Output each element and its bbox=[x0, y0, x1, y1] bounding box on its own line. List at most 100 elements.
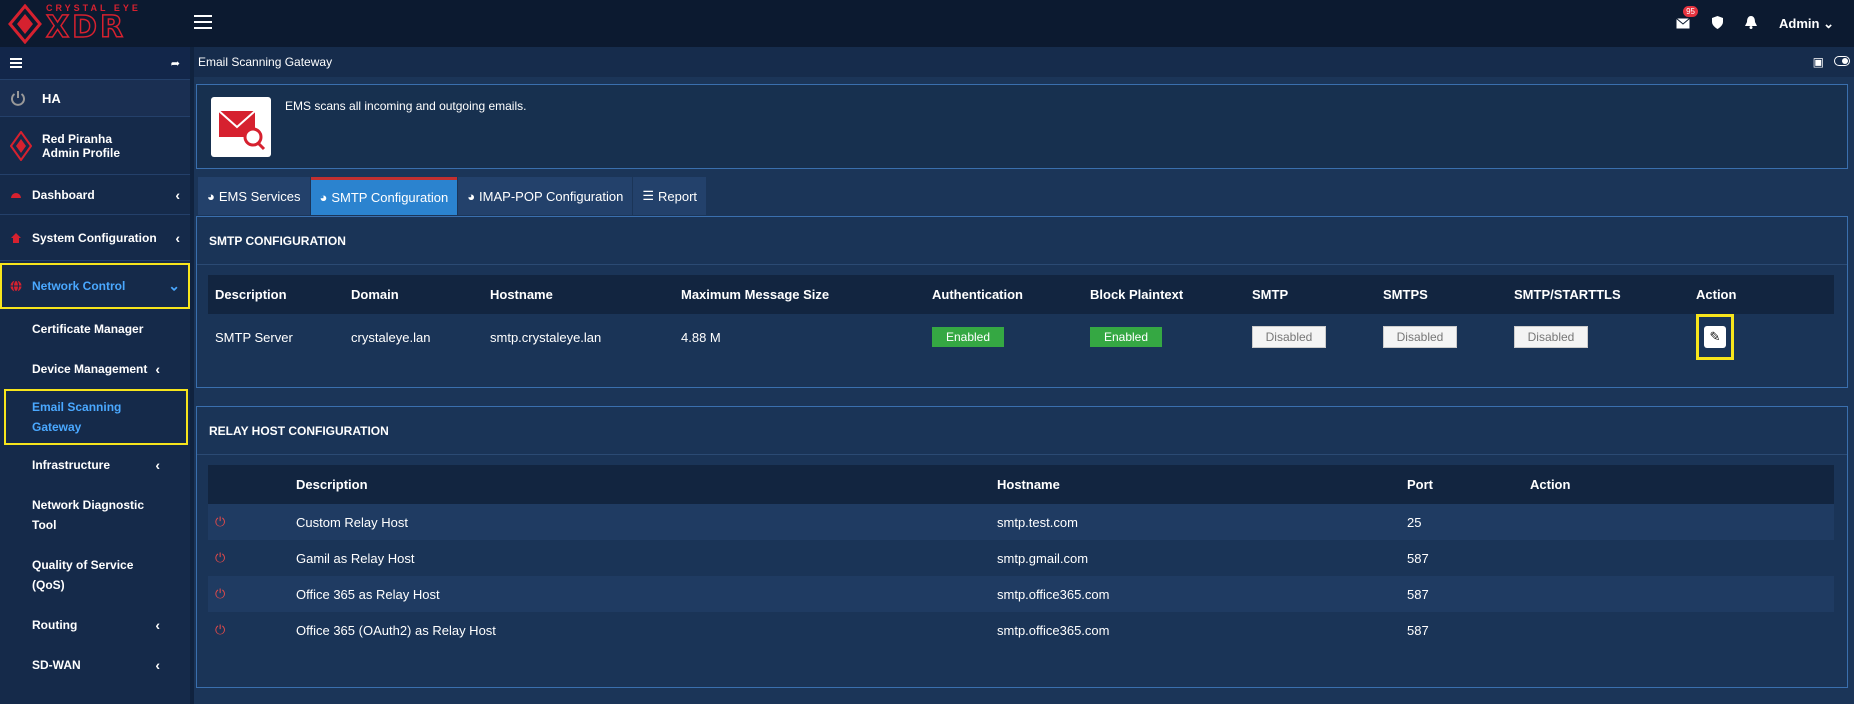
smtp-configuration-panel: SMTP CONFIGURATION Description Domain Ho… bbox=[196, 216, 1848, 388]
relay-port: 25 bbox=[1400, 504, 1523, 540]
power-toggle-icon[interactable]: ⏻ bbox=[215, 514, 225, 529]
chevron-left-icon: ‹ bbox=[155, 457, 160, 473]
sidebar-ha[interactable]: HA bbox=[0, 79, 190, 117]
toggle-icon[interactable] bbox=[1834, 55, 1850, 69]
sidebar-subitem-label: SD-WAN bbox=[32, 658, 81, 672]
sidebar-item-dashboard[interactable]: Dashboard ‹ bbox=[0, 175, 190, 215]
table-row: ⏻ Gamil as Relay Host smtp.gmail.com 587 bbox=[208, 540, 1834, 576]
sidebar-subitem-label: Email Scanning bbox=[32, 400, 122, 414]
column-header: SMTP/STARTTLS bbox=[1507, 275, 1689, 314]
main-content: Email Scanning Gateway ▣ EMS scans all i… bbox=[194, 47, 1854, 704]
block-plaintext-status-badge: Enabled bbox=[1090, 327, 1162, 347]
tab-label: Report bbox=[657, 188, 698, 204]
sidebar-subitem-routing[interactable]: Routing ‹ bbox=[0, 605, 190, 645]
sidebar-subitem-sd-wan[interactable]: SD-WAN ‹ bbox=[0, 645, 190, 685]
sidebar-subitem-label: Device Management bbox=[32, 362, 148, 376]
globe-icon: ◕ bbox=[319, 190, 328, 205]
edit-button[interactable]: ✎ bbox=[1696, 314, 1734, 360]
chevron-left-icon: ‹ bbox=[155, 617, 160, 633]
pencil-icon: ✎ bbox=[1704, 326, 1726, 348]
tab-report[interactable]: ☰ Report bbox=[633, 177, 707, 215]
column-header: Authentication bbox=[925, 275, 1083, 314]
relay-port: 587 bbox=[1400, 576, 1523, 612]
power-toggle-icon[interactable]: ⏻ bbox=[215, 586, 225, 601]
shield-icon[interactable] bbox=[1712, 15, 1724, 32]
sidebar-subitem-device-management[interactable]: Device Management ‹ bbox=[0, 349, 190, 389]
sidebar-item-label: Network Control bbox=[32, 279, 126, 293]
smtp-table: Description Domain Hostname Maximum Mess… bbox=[208, 275, 1834, 360]
sidebar-subitem-label: Network Diagnostic bbox=[32, 498, 145, 512]
bell-icon[interactable] bbox=[1745, 15, 1758, 32]
relay-action bbox=[1523, 540, 1834, 576]
page-title: Email Scanning Gateway bbox=[198, 55, 333, 69]
relay-port: 587 bbox=[1400, 540, 1523, 576]
relay-hostname: smtp.gmail.com bbox=[990, 540, 1400, 576]
list-icon: ☰ bbox=[642, 188, 654, 203]
relay-hostname: smtp.test.com bbox=[990, 504, 1400, 540]
sidebar-profile[interactable]: Red Piranha Admin Profile bbox=[0, 117, 190, 175]
sidebar-subitem-certificate-manager[interactable]: Certificate Manager bbox=[0, 309, 190, 349]
table-row: ⏻ Office 365 (OAuth2) as Relay Host smtp… bbox=[208, 612, 1834, 648]
column-header-status bbox=[208, 465, 289, 504]
sidebar-subitem-label: Quality of Service bbox=[32, 558, 134, 572]
tab-ems-services[interactable]: ◕ EMS Services bbox=[198, 177, 310, 215]
tab-smtp-configuration[interactable]: ◕ SMTP Configuration bbox=[310, 177, 458, 215]
sidebar-menu-icon[interactable] bbox=[10, 56, 22, 71]
column-header: Port bbox=[1400, 465, 1523, 504]
tab-bar: ◕ EMS Services ◕ SMTP Configuration ◕ IM… bbox=[198, 177, 707, 215]
relay-description: Office 365 (OAuth2) as Relay Host bbox=[289, 612, 990, 648]
smtp-description: SMTP Server bbox=[215, 329, 293, 345]
sidebar-subitem-label-line2: Tool bbox=[32, 518, 57, 532]
sign-out-icon[interactable]: ➦ bbox=[171, 57, 180, 70]
sidebar-subitem-infrastructure[interactable]: Infrastructure ‹ bbox=[0, 445, 190, 485]
globe-icon: ◕ bbox=[467, 188, 476, 204]
power-toggle-icon[interactable]: ⏻ bbox=[215, 622, 225, 637]
brand-logo[interactable]: CRYSTAL EYE XDR bbox=[0, 0, 190, 47]
sidebar-item-network-control[interactable]: Network Control ⌄ bbox=[0, 263, 190, 309]
sidebar-item-label: System Configuration bbox=[32, 230, 157, 245]
column-header: Description bbox=[208, 275, 344, 314]
profile-name: Red Piranha bbox=[42, 131, 113, 146]
sidebar-subitem-label-line2: (QoS) bbox=[32, 578, 65, 592]
tab-imap-pop-configuration[interactable]: ◕ IMAP-POP Configuration bbox=[458, 177, 633, 215]
globe-icon: ◕ bbox=[207, 188, 215, 204]
column-header: Description bbox=[289, 465, 990, 504]
sidebar-subitem-label: Certificate Manager bbox=[32, 322, 144, 336]
email-scan-icon bbox=[211, 97, 271, 157]
sidebar-item-system-configuration[interactable]: System Configuration ‹ bbox=[0, 215, 190, 261]
table-row: ⏻ Office 365 as Relay Host smtp.office36… bbox=[208, 576, 1834, 612]
main-menu-toggle-icon[interactable] bbox=[194, 15, 212, 32]
smtps-status-badge: Disabled bbox=[1383, 326, 1457, 348]
column-header: SMTP bbox=[1245, 275, 1376, 314]
starttls-status-badge: Disabled bbox=[1514, 326, 1588, 348]
chevron-left-icon: ‹ bbox=[155, 657, 160, 673]
sidebar-subitem-email-scanning-gateway[interactable]: Email Scanning Gateway bbox=[4, 389, 188, 445]
admin-label: Admin bbox=[1779, 15, 1820, 31]
relay-description: Office 365 as Relay Host bbox=[289, 576, 990, 612]
sidebar-subitem-label: Routing bbox=[32, 618, 78, 632]
relay-description: Gamil as Relay Host bbox=[289, 540, 990, 576]
sidebar-subitem-label-line2: Gateway bbox=[32, 420, 82, 434]
column-header: Maximum Message Size bbox=[674, 275, 925, 314]
column-header: Hostname bbox=[483, 275, 674, 314]
power-icon bbox=[11, 91, 25, 106]
sidebar-subitem-network-diagnostic-tool[interactable]: Network Diagnostic Tool bbox=[0, 485, 190, 545]
table-row: ⏻ Custom Relay Host smtp.test.com 25 bbox=[208, 504, 1834, 540]
table-row: SMTP Server crystaleye.lan smtp.crystale… bbox=[208, 314, 1834, 360]
column-header: Action bbox=[1689, 275, 1834, 314]
smtp-hostname: smtp.crystaleye.lan bbox=[490, 329, 602, 345]
tab-label: SMTP Configuration bbox=[331, 190, 449, 205]
authentication-status-badge: Enabled bbox=[932, 327, 1004, 347]
relay-action bbox=[1523, 504, 1834, 540]
chevron-left-icon: ‹ bbox=[175, 229, 180, 246]
profile-role: Admin Profile bbox=[42, 145, 121, 160]
mail-icon[interactable]: 95 bbox=[1676, 5, 1699, 32]
book-icon[interactable]: ▣ bbox=[1813, 55, 1824, 69]
relay-action bbox=[1523, 612, 1834, 648]
sidebar-subitem-qos[interactable]: Quality of Service (QoS) bbox=[0, 545, 190, 605]
sidebar: ➦ HA Red Piranha Admin Profile Dashboard… bbox=[0, 47, 190, 704]
power-toggle-icon[interactable]: ⏻ bbox=[215, 550, 225, 565]
relay-hostname: smtp.office365.com bbox=[990, 612, 1400, 648]
smtp-max-size: 4.88 M bbox=[681, 329, 721, 345]
admin-menu[interactable]: Admin ⌄ bbox=[1779, 16, 1834, 32]
